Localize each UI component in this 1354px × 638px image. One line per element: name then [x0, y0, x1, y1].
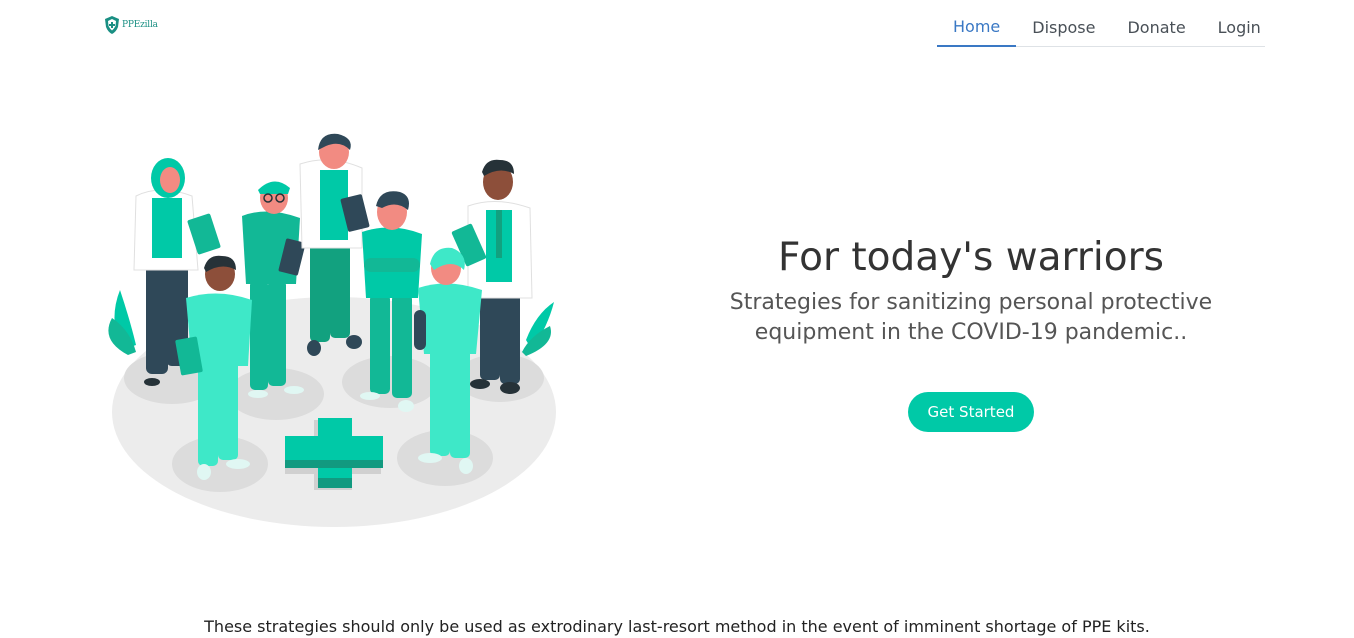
- logo[interactable]: PPEzilla: [104, 15, 158, 35]
- footer-note: These strategies should only be used as …: [204, 617, 1150, 636]
- hero: For today's warriors Strategies for sani…: [700, 232, 1242, 348]
- medical-team-illustration: [108, 133, 556, 527]
- nav-dispose[interactable]: Dispose: [1016, 8, 1111, 46]
- shield-logo-icon: [105, 16, 119, 34]
- nav-home[interactable]: Home: [937, 8, 1017, 47]
- main-nav: Home Dispose Donate Login: [937, 8, 1265, 47]
- get-started-button[interactable]: Get Started: [908, 392, 1034, 432]
- nav-login[interactable]: Login: [1202, 8, 1277, 46]
- nav-donate[interactable]: Donate: [1111, 8, 1201, 46]
- logo-text: PPEzilla: [122, 20, 158, 30]
- hero-subtitle: Strategies for sanitizing personal prote…: [729, 290, 1213, 345]
- hero-title: For today's warriors: [778, 235, 1164, 280]
- page: PPEzilla Home Dispose Donate Login For t…: [0, 0, 1354, 638]
